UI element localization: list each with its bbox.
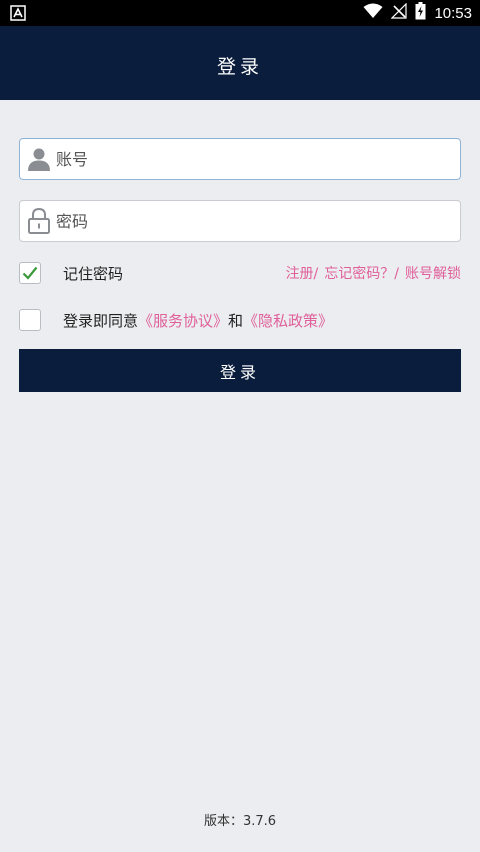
checkmark-icon — [22, 266, 38, 280]
agree-prefix: 登录即同意 — [63, 311, 139, 330]
account-input[interactable] — [56, 139, 460, 179]
remember-label: 记住密码 — [63, 264, 124, 283]
wifi-icon — [363, 3, 383, 23]
login-button[interactable]: 登录 — [19, 349, 461, 392]
remember-checkbox[interactable] — [19, 262, 41, 284]
no-signal-icon — [391, 2, 408, 23]
service-agreement-link[interactable]: 《服务协议》 — [138, 312, 228, 330]
agreement-row: 登录即同意《服务协议》和《隐私政策》 — [19, 308, 461, 332]
status-bar: 10:53 — [0, 0, 480, 26]
page-title: 登录 — [216, 55, 263, 78]
agreement-text: 登录即同意《服务协议》和《隐私政策》 — [63, 310, 333, 331]
status-time: 10:53 — [434, 4, 472, 22]
forgot-password-link[interactable]: 忘记密码？/ — [324, 263, 399, 283]
register-link[interactable]: 注册/ — [286, 263, 319, 283]
version-label: 版本：3.7.6 — [203, 814, 277, 829]
battery-charging-icon — [415, 2, 426, 24]
remember-row: 记住密码 注册/ 忘记密码？/ 账号解锁 — [19, 261, 461, 285]
agree-and: 和 — [228, 311, 244, 330]
app-header: 登录 — [0, 26, 480, 100]
notification-a-icon — [10, 5, 26, 21]
user-icon — [22, 138, 56, 180]
agree-checkbox[interactable] — [19, 309, 41, 331]
password-field[interactable] — [19, 200, 461, 242]
password-input[interactable] — [56, 201, 460, 241]
lock-icon — [22, 200, 56, 242]
privacy-policy-link[interactable]: 《隐私政策》 — [243, 312, 333, 330]
account-field[interactable] — [19, 138, 461, 180]
account-unlock-link[interactable]: 账号解锁 — [405, 263, 461, 283]
